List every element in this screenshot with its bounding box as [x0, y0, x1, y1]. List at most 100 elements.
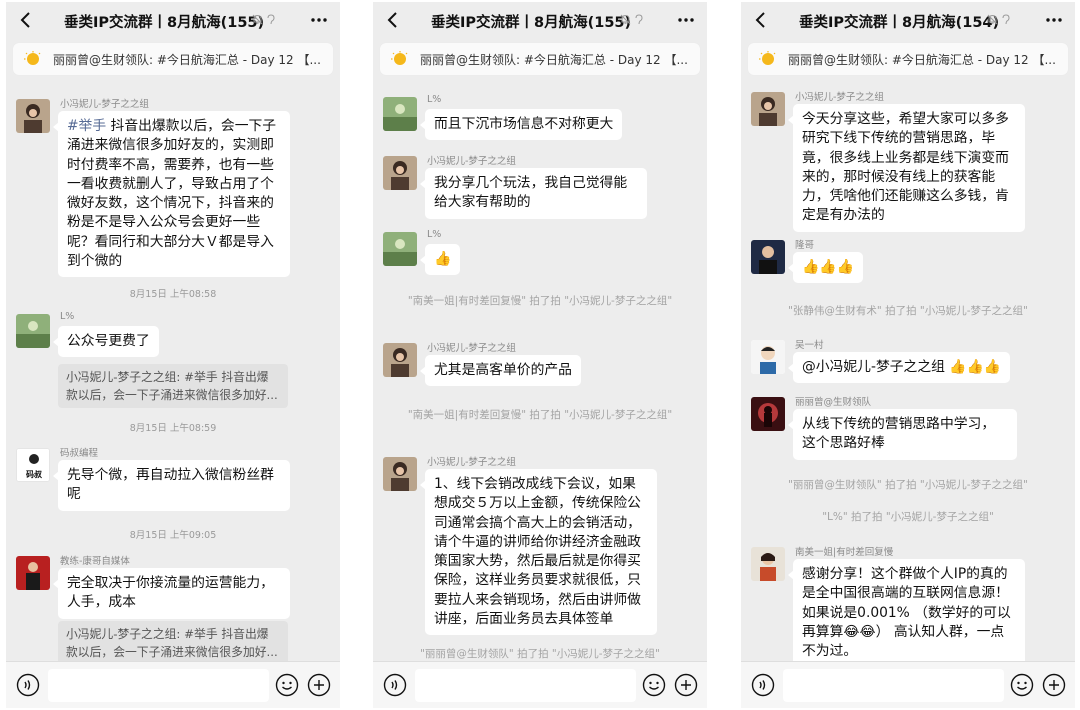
thumbs-up-emoji: 👍: [434, 251, 452, 267]
announcement-text: 丽丽曾@生财领队: #今日航海汇总 - Day 12 【...: [420, 52, 688, 67]
avatar[interactable]: [751, 397, 785, 431]
back-arrow-icon[interactable]: [16, 10, 36, 30]
message-bubble[interactable]: 我分享几个玩法，我自己觉得能给大家有帮助的: [420, 168, 647, 219]
message-text: 尤其是高客单价的产品: [434, 362, 572, 378]
chat-title: 垂类IP交流群丨8月航海(155): [431, 15, 632, 31]
sun-cloud-icon: [24, 51, 41, 65]
more-options-icon[interactable]: [1045, 14, 1063, 26]
mute-bell-icon: [620, 14, 631, 25]
quoted-reply[interactable]: 小冯妮儿-梦子之之组: #举手 抖音出爆款以后，会一下子涌进来微信很多加好...: [58, 621, 288, 661]
voice-icon[interactable]: [16, 673, 40, 697]
chat-header: 垂类IP交流群丨8月航海(154): [741, 2, 1075, 38]
sender-name: 小冯妮儿-梦子之之组: [427, 343, 516, 354]
timestamp: 8月15日 上午08:58: [129, 289, 217, 300]
group-announcement[interactable]: 丽丽曾@生财领队: #今日航海汇总 - Day 12 【...: [380, 43, 700, 75]
sender-name: 南美一姐|有时差回复慢: [795, 547, 894, 558]
avatar[interactable]: [16, 556, 50, 590]
plus-icon[interactable]: [1042, 673, 1066, 697]
sender-name: L%: [427, 94, 442, 105]
message-text: 从线下传统的营销思路中学习，这个思路好棒: [802, 416, 996, 452]
avatar[interactable]: [383, 343, 417, 377]
sender-name: 隆哥: [795, 240, 815, 251]
avatar[interactable]: [383, 97, 417, 131]
message-text: 而且下沉市场信息不对称更大: [434, 116, 614, 132]
sender-name: L%: [427, 229, 442, 240]
message-bubble[interactable]: 公众号更费了: [53, 326, 159, 358]
plus-icon[interactable]: [307, 673, 331, 697]
thumbs-up-emoji: 👍👍👍: [802, 259, 855, 275]
sender-name: 小冯妮儿-梦子之之组: [427, 156, 516, 167]
avatar[interactable]: 码叔: [16, 448, 50, 482]
input-bar: [6, 661, 340, 708]
chat-message-list[interactable]: 小冯妮儿-梦子之之组 今天分享这些，希望大家可以多多研究下线下传统的营销思路，毕…: [741, 82, 1075, 661]
emoji-icon[interactable]: [1010, 673, 1034, 697]
pat-notification: "丽丽曾@生财领队" 拍了拍 "小冯妮儿-梦子之之组": [420, 648, 660, 660]
chat-screen-1: 垂类IP交流群丨8月航海(155) 丽丽曾@生财领队: #今日航海汇总 - Da…: [6, 2, 340, 708]
message-text: 先导个微，再自动拉入微信粉丝群呢: [67, 467, 274, 503]
avatar[interactable]: [751, 547, 785, 581]
avatar[interactable]: [16, 99, 50, 133]
hashtag-link[interactable]: #举手: [67, 118, 106, 134]
group-announcement[interactable]: 丽丽曾@生财领队: #今日航海汇总 - Day 12 【...: [13, 43, 333, 75]
message-text: 我分享几个玩法，我自己觉得能给大家有帮助的: [434, 175, 628, 211]
emoji-icon[interactable]: [642, 673, 666, 697]
sender-name: L%: [60, 311, 75, 322]
avatar[interactable]: [383, 156, 417, 190]
sender-name: 小冯妮儿-梦子之之组: [427, 457, 516, 468]
message-text: 抖音出爆款以后，会一下子涌进来微信很多加好友的，实测即时付费率不高，需要养，也有…: [67, 118, 277, 270]
avatar[interactable]: [16, 314, 50, 348]
ear-icon: [635, 14, 643, 25]
pat-notification: "南美一姐|有时差回复慢" 拍了拍 "小冯妮儿-梦子之之组": [407, 295, 673, 307]
chat-message-list[interactable]: L% 而且下沉市场信息不对称更大 小冯妮儿-梦子之之组 我分享几个玩法，我自己觉…: [373, 82, 707, 661]
more-options-icon[interactable]: [677, 14, 695, 26]
message-bubble[interactable]: 今天分享这些，希望大家可以多多研究下线下传统的营销思路，毕竟，很多线上业务都是线…: [788, 104, 1025, 232]
message-bubble[interactable]: 而且下沉市场信息不对称更大: [419, 109, 623, 141]
message-bubble[interactable]: 感谢分享！这个群做个人IP的真的是全中国很高端的互联网信息源！ 如果说是0.00…: [788, 559, 1025, 661]
back-arrow-icon[interactable]: [751, 10, 771, 30]
chat-screen-3: 垂类IP交流群丨8月航海(154) 丽丽曾@生财领队: #今日航海汇总 - Da…: [741, 2, 1075, 708]
sender-name: 码叔编程: [60, 448, 99, 459]
sender-name: 教练-康哥自媒体: [60, 556, 130, 567]
avatar[interactable]: [751, 240, 785, 274]
message-bubble[interactable]: @小冯妮儿-梦子之之组 👍👍👍: [788, 352, 1010, 384]
chat-header: 垂类IP交流群丨8月航海(155): [6, 2, 340, 38]
ear-icon: [1002, 14, 1010, 25]
avatar[interactable]: [751, 92, 785, 126]
message-bubble[interactable]: 👍👍👍: [787, 252, 864, 284]
group-announcement[interactable]: 丽丽曾@生财领队: #今日航海汇总 - Day 12 【...: [748, 43, 1068, 75]
message-bubble[interactable]: 从线下传统的营销思路中学习，这个思路好棒: [788, 409, 1017, 460]
voice-icon[interactable]: [383, 673, 407, 697]
message-text: 1、线下会销改成线下会议，如果想成交５万以上金额，传统保险公司通常会搞个高大上的…: [434, 476, 641, 628]
input-bar: [741, 661, 1075, 708]
avatar[interactable]: [751, 340, 785, 374]
sun-cloud-icon: [759, 51, 776, 65]
message-bubble[interactable]: 👍: [419, 244, 461, 276]
voice-icon[interactable]: [751, 673, 775, 697]
chat-message-list[interactable]: 小冯妮儿-梦子之之组 #举手 抖音出爆款以后，会一下子涌进来微信很多加好友的，实…: [6, 82, 340, 661]
sender-name: 丽丽曾@生财领队: [795, 397, 872, 408]
message-bubble[interactable]: 尤其是高客单价的产品: [420, 355, 581, 387]
avatar[interactable]: [383, 457, 417, 491]
plus-icon[interactable]: [674, 673, 698, 697]
timestamp: 8月15日 上午09:05: [129, 530, 217, 541]
message-bubble[interactable]: #举手 抖音出爆款以后，会一下子涌进来微信很多加好友的，实测即时付费率不高，需要…: [53, 111, 290, 278]
message-input[interactable]: [48, 669, 269, 702]
message-input[interactable]: [783, 669, 1004, 702]
message-bubble[interactable]: 1、线下会销改成线下会议，如果想成交５万以上金额，传统保险公司通常会搞个高大上的…: [420, 469, 657, 636]
message-text: 感谢分享！这个群做个人IP的真的是全中国很高端的互联网信息源！ 如果说是0.00…: [802, 566, 1011, 660]
sun-cloud-icon: [391, 51, 408, 65]
pat-notification: "丽丽曾@生财领队" 拍了拍 "小冯妮儿-梦子之之组": [788, 479, 1028, 491]
sender-name: 小冯妮儿-梦子之之组: [60, 99, 149, 110]
avatar[interactable]: [383, 232, 417, 266]
chat-title: 垂类IP交流群丨8月航海(155): [64, 15, 265, 31]
quoted-reply[interactable]: 小冯妮儿-梦子之之组: #举手 抖音出爆款以后，会一下子涌进来微信很多加好...: [58, 364, 288, 408]
mute-bell-icon: [987, 14, 998, 25]
more-options-icon[interactable]: [310, 14, 328, 26]
message-bubble[interactable]: 完全取决于你接流量的运营能力，人手，成本: [53, 568, 290, 619]
sender-name: 小冯妮儿-梦子之之组: [795, 92, 884, 103]
mute-bell-icon: [252, 14, 263, 25]
message-bubble[interactable]: 先导个微，再自动拉入微信粉丝群呢: [53, 460, 290, 511]
back-arrow-icon[interactable]: [383, 10, 403, 30]
message-input[interactable]: [415, 669, 636, 702]
emoji-icon[interactable]: [275, 673, 299, 697]
